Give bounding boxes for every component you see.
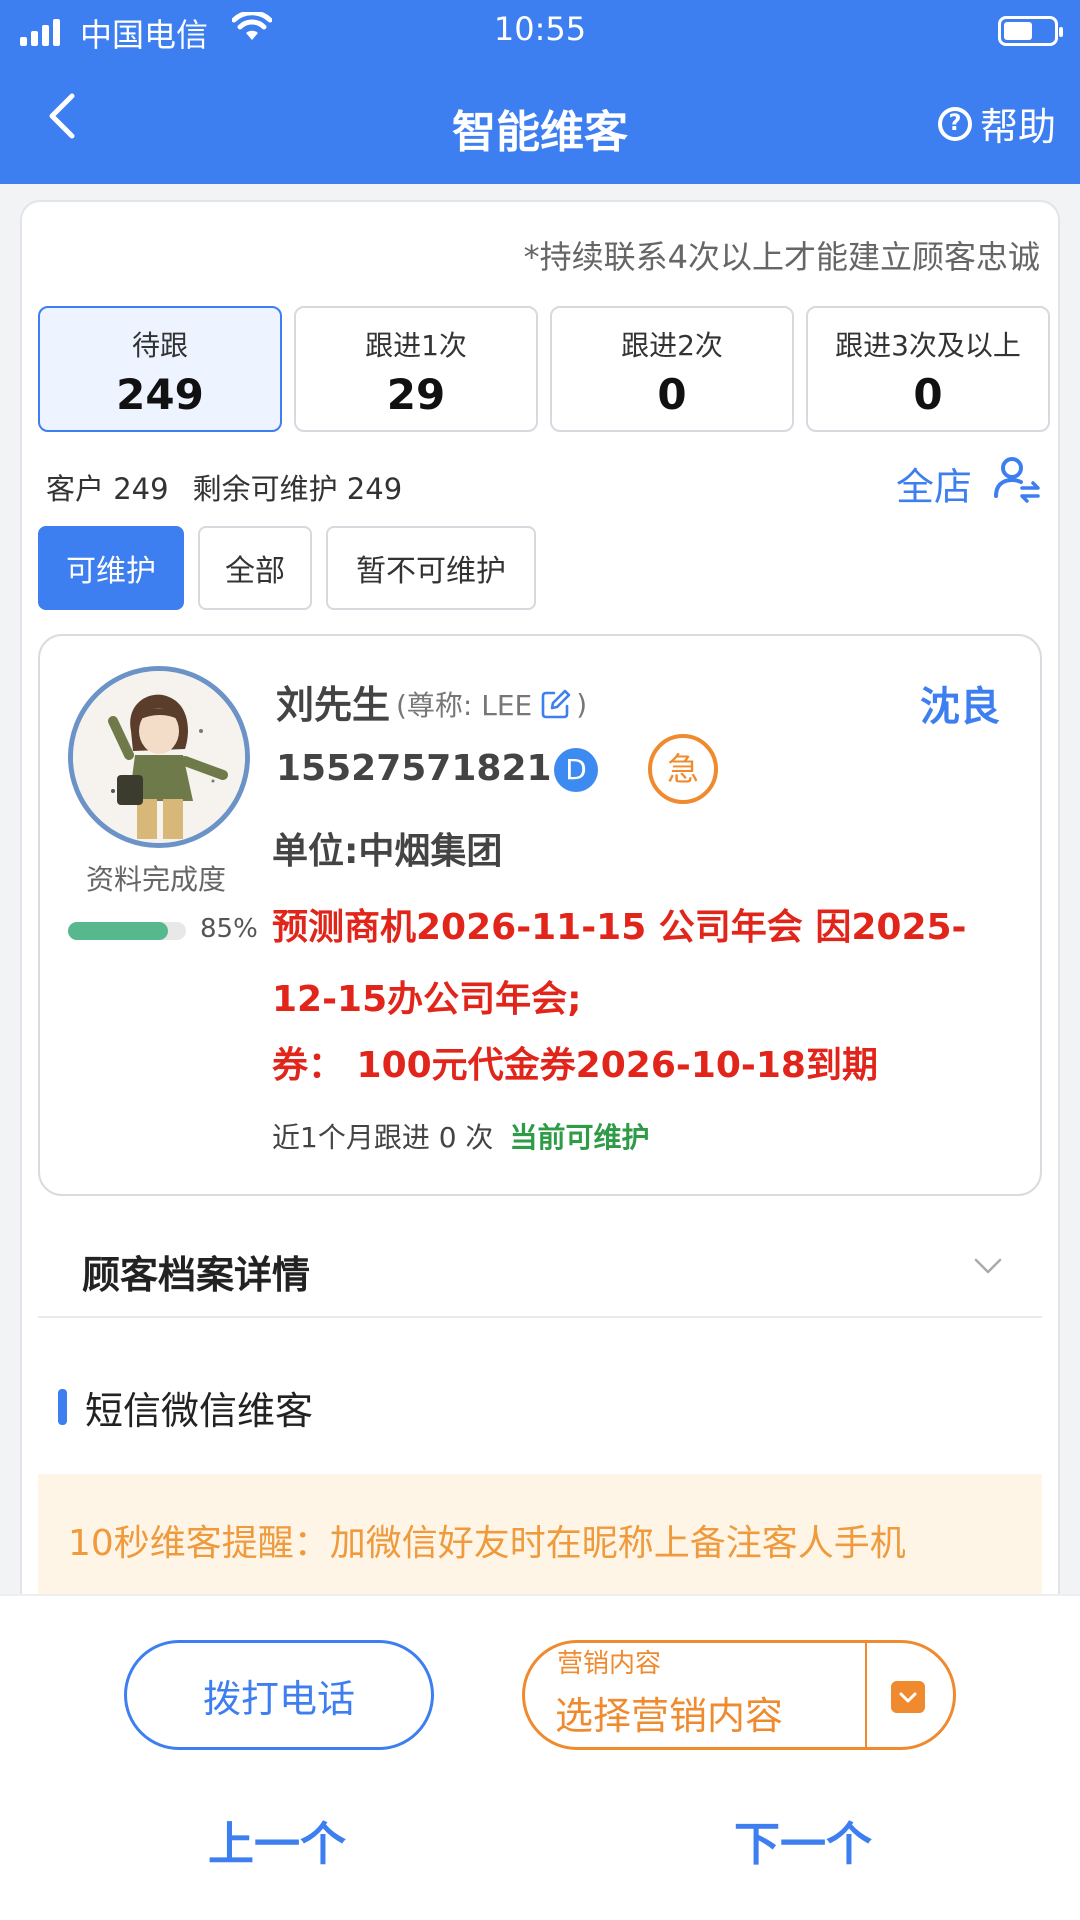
previous-button[interactable]: 上一个 [208,1808,346,1874]
help-button[interactable]: ? 帮助 [937,96,1056,151]
reminder-banner: 10秒维客提醒：加微信好友时在昵称上备注客人手机 [38,1474,1042,1598]
marketing-value: 选择营销内容 [555,1694,784,1738]
archive-title: 顾客档案详情 [82,1253,311,1297]
customer-card[interactable]: 资料完成度 85% 刘先生 (尊称: LEE ) 沈良 15527571821 … [38,634,1042,1196]
marketing-select[interactable]: 营销内容 选择营销内容 [522,1640,956,1750]
customer-summary: 客户 249 剩余可维护 249 [46,466,402,508]
stat-label: 跟进3次及以上 [835,329,1021,362]
completion-progress [68,922,186,940]
stat-value: 0 [657,370,687,419]
customer-count: 客户 249 [46,472,169,506]
customer-nickname: (尊称: LEE ) [396,684,587,724]
level-badge: D [554,748,598,792]
coupon-info: 券： 100元代金券2026-10-18到期 [272,1045,878,1086]
stat-label: 待跟 [131,329,188,362]
section-marker [58,1389,67,1425]
bottom-action-bar: 拨打电话 营销内容 选择营销内容 上一个 下一个 [0,1594,1080,1920]
owner-name[interactable]: 沈良 [920,674,1000,732]
stat-label: 跟进1次 [365,329,467,362]
filter-all[interactable]: 全部 [198,526,312,610]
follow-status: 当前可维护 [509,1121,650,1154]
customer-phone: 15527571821 [276,748,552,789]
follow-count: 近1个月跟进 0 次 [272,1121,494,1154]
customer-company: 单位:中烟集团 [272,831,503,872]
filter-maintainable[interactable]: 可维护 [38,526,184,610]
user-switch-icon[interactable] [992,454,1042,504]
chevron-down-icon [974,1258,1002,1274]
sms-wechat-heading: 短信微信维客 [58,1382,314,1433]
stat-value: 0 [913,370,943,419]
battery-icon [998,16,1063,46]
stat-pending[interactable]: 待跟 249 [38,306,282,432]
remaining-count: 剩余可维护 249 [192,472,403,506]
status-bar: 中国电信 10:55 [0,10,1080,54]
call-button[interactable]: 拨打电话 [124,1640,434,1750]
help-label: 帮助 [979,105,1056,149]
status-time: 10:55 [493,10,587,48]
marketing-caption: 营销内容 [557,1649,662,1679]
completion-label: 资料完成度 [86,863,227,896]
follow-stats: 待跟 249 跟进1次 29 跟进2次 0 跟进3次及以上 0 [38,306,1050,432]
archive-section[interactable]: 顾客档案详情 [38,1218,1042,1318]
stat-value: 249 [116,370,204,419]
customer-name: 刘先生 [276,683,391,727]
filter-not-maintainable[interactable]: 暂不可维护 [326,526,536,610]
page-title: 智能维客 [452,107,628,158]
avatar-illustration [73,671,245,843]
dropdown-icon[interactable] [891,1681,925,1713]
next-button[interactable]: 下一个 [734,1808,872,1874]
stat-value: 29 [386,370,446,419]
follow-summary: 近1个月跟进 0 次当前可维护 [272,1116,649,1156]
all-store-link[interactable]: 全店 [896,456,972,511]
filter-tabs: 可维护 全部 暂不可维护 [38,526,536,610]
loyalty-tip: *持续联系4次以上才能建立顾客忠诚 [523,238,1040,276]
stat-followed-twice[interactable]: 跟进2次 0 [550,306,794,432]
avatar [68,666,250,848]
stat-followed-three-plus[interactable]: 跟进3次及以上 0 [806,306,1050,432]
nickname-text: (尊称: LEE [396,689,533,722]
divider [865,1643,867,1747]
nickname-close: ) [576,687,588,721]
sms-wechat-title: 短信微信维客 [85,1388,314,1433]
title-bar: 中国电信 10:55 智能维客 ? 帮助 [0,0,1080,184]
stat-label: 跟进2次 [621,329,723,362]
main-card: *持续联系4次以上才能建立顾客忠诚 待跟 249 跟进1次 29 跟进2次 0 … [20,200,1060,1600]
completion-percent: 85% [200,914,258,944]
urgent-badge: 急 [648,734,718,804]
stat-followed-once[interactable]: 跟进1次 29 [294,306,538,432]
question-icon: ? [937,106,972,141]
edit-icon[interactable] [540,688,572,720]
opportunity-forecast: 预测商机2026-11-15 公司年会 因2025-12-15办公司年会; [272,907,967,1020]
